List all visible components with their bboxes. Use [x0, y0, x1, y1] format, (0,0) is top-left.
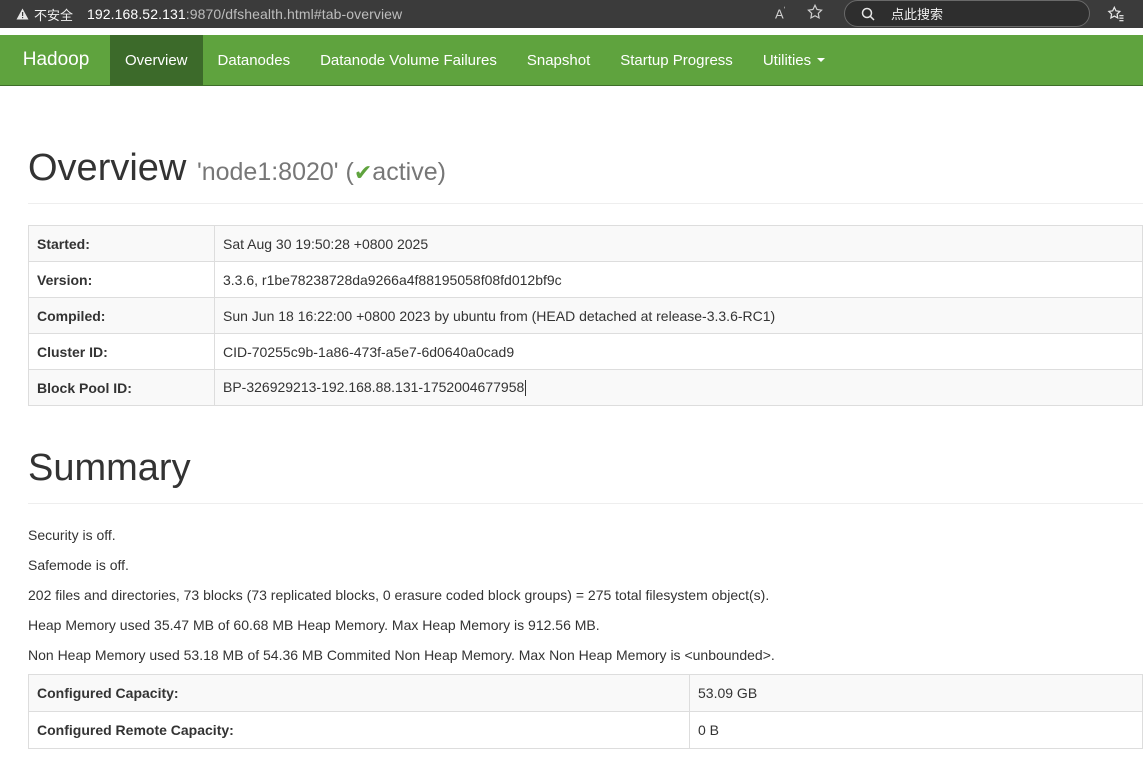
summary-header: Summary — [28, 445, 1143, 504]
table-row: Version: 3.3.6, r1be78238728da9266a4f881… — [28, 261, 1143, 298]
main-content: Overview 'node1:8020' (✔active) Started:… — [28, 86, 1143, 749]
nav-tab-datanodes[interactable]: Datanodes — [203, 35, 306, 85]
security-indicator[interactable]: 不安全 — [16, 5, 73, 24]
security-label: 不安全 — [34, 7, 74, 23]
nav-tab-startup-progress[interactable]: Startup Progress — [605, 35, 748, 85]
overview-header: Overview 'node1:8020' (✔active) — [28, 145, 1143, 204]
row-value: 0 B — [689, 711, 1143, 749]
summary-line: Safemode is off. — [28, 557, 129, 573]
row-label: Configured Capacity: — [28, 674, 690, 712]
summary-line: Non Heap Memory used 53.18 MB of 54.36 M… — [28, 647, 775, 663]
table-row: Configured Capacity: 53.09 GB — [28, 674, 1143, 712]
row-label: Version: — [28, 261, 215, 298]
overview-table: Started: Sat Aug 30 19:50:28 +0800 2025 … — [28, 225, 1143, 406]
row-value: BP-326929213-192.168.88.131-175200467795… — [223, 378, 525, 395]
row-value: Sat Aug 30 19:50:28 +0800 2025 — [214, 225, 1143, 262]
summary-title: Summary — [28, 447, 191, 489]
table-row: Configured Remote Capacity: 0 B — [28, 711, 1143, 749]
row-value: Sun Jun 18 16:22:00 +0800 2023 by ubuntu… — [214, 297, 1143, 334]
text-cursor — [525, 380, 527, 397]
read-aloud-icon[interactable]: Aʼ — [775, 6, 785, 21]
nav-dropdown-utilities[interactable]: Utilities — [748, 35, 840, 85]
row-value-cell: BP-326929213-192.168.88.131-175200467795… — [214, 369, 1143, 406]
capacity-table: Configured Capacity: 53.09 GB Configured… — [28, 674, 1143, 749]
check-icon: ✔ — [353, 160, 373, 185]
row-label: Block Pool ID: — [28, 369, 215, 406]
favorites-bar-icon[interactable] — [1106, 4, 1126, 27]
summary-lines: Security is off. Safemode is off. 202 fi… — [28, 520, 1143, 670]
url-host: 192.168.52.131 — [87, 6, 186, 22]
namenode-status: active — [372, 158, 438, 186]
table-row: Block Pool ID: BP-326929213-192.168.88.1… — [28, 369, 1143, 406]
row-label: Cluster ID: — [28, 333, 215, 370]
table-row: Cluster ID: CID-70255c9b-1a86-473f-a5e7-… — [28, 333, 1143, 370]
row-value: CID-70255c9b-1a86-473f-a5e7-6d0640a0cad9 — [214, 333, 1143, 370]
caret-down-icon — [817, 58, 826, 62]
row-value: 3.3.6, r1be78238728da9266a4f88195058f08f… — [214, 261, 1143, 298]
row-label: Configured Remote Capacity: — [28, 711, 690, 749]
url-field[interactable]: 192.168.52.131:9870/dfshealth.html#tab-o… — [87, 6, 402, 22]
summary-line: Security is off. — [28, 527, 116, 543]
table-row: Started: Sat Aug 30 19:50:28 +0800 2025 — [28, 225, 1143, 262]
row-value: 53.09 GB — [689, 674, 1143, 712]
search-icon — [861, 7, 875, 21]
row-label: Started: — [28, 225, 215, 262]
brand-logo[interactable]: Hadoop — [0, 35, 110, 85]
url-path: :9870/dfshealth.html#tab-overview — [185, 6, 403, 22]
nav-tab-snapshot[interactable]: Snapshot — [512, 35, 605, 85]
row-label: Compiled: — [28, 297, 215, 334]
favorite-star-icon[interactable] — [806, 3, 824, 24]
browser-search-box[interactable]: 点此搜索 — [844, 0, 1090, 27]
hadoop-navbar: Hadoop Overview Datanodes Datanode Volum… — [0, 35, 1143, 86]
nav-tab-datanode-volume-failures[interactable]: Datanode Volume Failures — [305, 35, 512, 85]
search-placeholder: 点此搜索 — [891, 7, 944, 22]
summary-line: Heap Memory used 35.47 MB of 60.68 MB He… — [28, 617, 600, 633]
overview-title: Overview — [28, 147, 187, 189]
nav-tab-overview[interactable]: Overview — [110, 35, 203, 85]
utilities-label: Utilities — [762, 51, 812, 69]
browser-address-bar: 不安全 192.168.52.131:9870/dfshealth.html#t… — [0, 0, 1143, 28]
summary-line: 202 files and directories, 73 blocks (73… — [28, 587, 770, 603]
table-row: Compiled: Sun Jun 18 16:22:00 +0800 2023… — [28, 297, 1143, 334]
namenode-address: 'node1:8020' — [196, 158, 339, 186]
warning-icon — [16, 8, 29, 20]
